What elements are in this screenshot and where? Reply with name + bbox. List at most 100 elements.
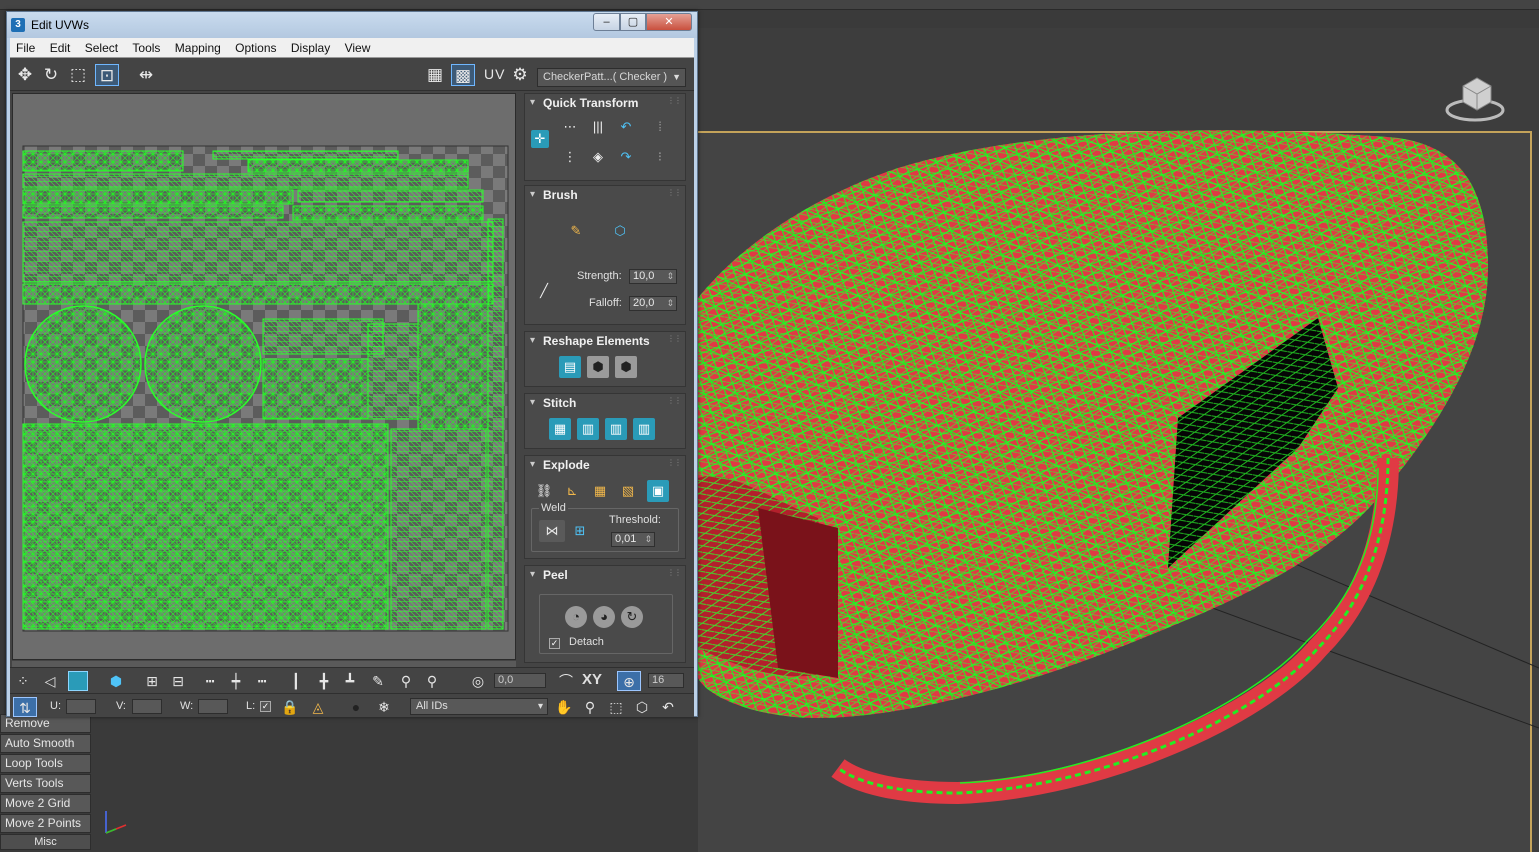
auto-smooth-button[interactable]: Auto Smooth xyxy=(0,734,91,753)
menu-tools[interactable]: Tools xyxy=(126,38,165,55)
element-mode-icon[interactable]: ⬢ xyxy=(106,671,126,691)
rotate-ccw-icon[interactable]: ↶ xyxy=(615,116,637,138)
loop-grow-icon[interactable]: ┿ xyxy=(226,671,246,691)
loop-tools-button[interactable]: Loop Tools xyxy=(0,754,91,773)
move-2-points-button[interactable]: Move 2 Points xyxy=(0,814,91,833)
align-center-icon[interactable]: ✛ xyxy=(531,130,549,148)
loop-icon[interactable]: ┅ xyxy=(200,671,220,691)
zoom-extents-icon[interactable]: ⬡ xyxy=(632,697,652,717)
explode-header[interactable]: Explode xyxy=(525,456,685,474)
minimize-button[interactable]: – xyxy=(593,13,620,31)
w-field[interactable] xyxy=(198,699,228,714)
align-grid-icon[interactable]: ⁞ xyxy=(649,116,671,138)
align-vertical-icon[interactable]: ⋮ xyxy=(559,146,581,168)
freeform-icon[interactable]: ⊡ xyxy=(95,64,119,86)
reset-peel-icon[interactable]: ↻ xyxy=(621,606,643,628)
quick-transform-header[interactable]: Quick Transform xyxy=(525,94,685,112)
zoom-icon[interactable]: ⚲ xyxy=(580,697,600,717)
relax-brush-icon[interactable]: ⬡ xyxy=(609,220,631,242)
ring-shrink-icon[interactable]: ┻ xyxy=(340,671,360,691)
stitch-target-icon[interactable]: ▥ xyxy=(633,418,655,440)
show-map-icon[interactable]: ▩ xyxy=(451,64,475,86)
brush-header[interactable]: Brush xyxy=(525,186,685,204)
lock-icon[interactable]: 🔒 xyxy=(280,697,300,717)
menu-view[interactable]: View xyxy=(339,38,376,55)
menu-display[interactable]: Display xyxy=(285,38,335,55)
polygon-mode-icon[interactable] xyxy=(68,671,88,691)
absolute-offset-icon[interactable]: ⇅ xyxy=(13,697,37,717)
space-vertical-icon[interactable]: ||| xyxy=(587,116,609,138)
stitch-average-icon[interactable]: ▥ xyxy=(605,418,627,440)
freeze-icon[interactable]: ❄ xyxy=(374,697,394,717)
menu-select[interactable]: Select xyxy=(79,38,123,55)
stitch-source-icon[interactable]: ▥ xyxy=(577,418,599,440)
reshape-elements-header[interactable]: Reshape Elements xyxy=(525,332,685,350)
maximize-button[interactable]: ▢ xyxy=(620,13,646,31)
ring-grow-icon[interactable]: ╋ xyxy=(314,671,334,691)
vertex-mode-icon[interactable]: ⁘ xyxy=(13,671,33,691)
zoom-region-icon[interactable]: ⬚ xyxy=(606,697,626,717)
texture-dropdown[interactable]: CheckerPatt...( Checker ) ▼ xyxy=(537,68,686,87)
paint-select-icon[interactable]: ✎ xyxy=(368,671,388,691)
menu-edit[interactable]: Edit xyxy=(44,38,76,55)
3d-viewport[interactable] xyxy=(698,28,1539,852)
weld-all-icon[interactable]: ⊞ xyxy=(567,520,593,542)
straighten-icon[interactable]: ▤ xyxy=(559,356,581,378)
texture-settings-icon[interactable]: ⚙ xyxy=(508,64,532,86)
break-icon[interactable]: ⛓ xyxy=(533,480,555,502)
misc-section[interactable]: Misc xyxy=(0,834,91,850)
threshold-spinner[interactable]: 0,01 xyxy=(611,532,655,547)
hide-icon[interactable]: ◬ xyxy=(308,697,328,717)
move-2-grid-button[interactable]: Move 2 Grid xyxy=(0,794,91,813)
enlarge-brush-icon[interactable]: ⚲ xyxy=(396,671,416,691)
weld-selected-icon[interactable]: ⋈ xyxy=(539,520,565,542)
menu-options[interactable]: Options xyxy=(229,38,281,55)
grow-selection-icon[interactable]: ⊞ xyxy=(142,671,162,691)
align-horizontal-icon[interactable]: ⋯ xyxy=(559,116,581,138)
rotate-icon[interactable]: ↻ xyxy=(39,64,63,86)
lock-l-checkbox[interactable]: ✓ xyxy=(260,701,271,712)
verts-tools-button[interactable]: Verts Tools xyxy=(0,774,91,793)
paint-move-icon[interactable]: ✎ xyxy=(565,220,587,242)
pan-icon[interactable]: ✋ xyxy=(554,697,574,717)
peel-header[interactable]: Peel xyxy=(525,566,685,584)
close-button[interactable]: ✕ xyxy=(646,13,692,31)
checker-grid-icon[interactable]: ▦ xyxy=(423,64,447,86)
space-horizontal-icon[interactable]: ◈ xyxy=(587,146,609,168)
loop-shrink-icon[interactable]: ┅ xyxy=(252,671,272,691)
relax-settings-icon[interactable]: ⬢ xyxy=(615,356,637,378)
falloff-spinner[interactable]: 20,0 xyxy=(629,296,677,311)
peel-mode-icon[interactable]: ◕ xyxy=(593,606,615,628)
relax-icon[interactable]: ⬢ xyxy=(587,356,609,378)
flatten-by-smoothing-icon[interactable]: ▦ xyxy=(589,480,611,502)
shrink-selection-icon[interactable]: ⊟ xyxy=(168,671,188,691)
viewcube-icon[interactable] xyxy=(1445,66,1505,126)
menu-file[interactable]: File xyxy=(10,38,40,55)
stitch-custom-icon[interactable]: ▦ xyxy=(549,418,571,440)
rollout-panel[interactable]: Quick Transform ⋮⋮ ✛ ⋯ ||| ↶ ⁞ ⋮ ◈ ↷ ⁝ B… xyxy=(522,93,692,663)
menu-mapping[interactable]: Mapping xyxy=(169,38,226,55)
distribute-icon[interactable]: ⁝ xyxy=(649,146,671,168)
edge-distance-icon[interactable]: ⊕ xyxy=(617,671,641,691)
flatten-icon[interactable]: ⊾ xyxy=(561,480,583,502)
angle-spinner[interactable]: 0,0 xyxy=(494,673,546,688)
edge-mode-icon[interactable]: ◁ xyxy=(40,671,60,691)
detach-checkbox[interactable]: ✓ xyxy=(549,638,560,649)
scale-icon[interactable]: ⬚ xyxy=(66,64,90,86)
shrink-brush-icon[interactable]: ⚲ xyxy=(422,671,442,691)
snap-icon[interactable]: ↶ xyxy=(658,697,678,717)
uv-editor-canvas[interactable] xyxy=(12,93,516,660)
ring-icon[interactable]: ┃ xyxy=(286,671,306,691)
stitch-header[interactable]: Stitch xyxy=(525,394,685,412)
falloff-curve-icon[interactable]: ╱ xyxy=(533,280,555,302)
v-field[interactable] xyxy=(132,699,162,714)
soft-selection-icon[interactable]: ◎ xyxy=(468,671,488,691)
move-icon[interactable]: ✥ xyxy=(13,64,37,86)
flatten-by-material-icon[interactable]: ▧ xyxy=(617,480,639,502)
falloff-type-icon[interactable]: ⌒ xyxy=(556,671,576,691)
rotate-cw-icon[interactable]: ↷ xyxy=(615,146,637,168)
strength-spinner[interactable]: 10,0 xyxy=(629,269,677,284)
mirror-icon[interactable]: ⇹ xyxy=(134,64,158,86)
window-titlebar[interactable]: 3 Edit UVWs – ▢ ✕ xyxy=(7,12,697,38)
material-ids-dropdown[interactable]: All IDs xyxy=(410,698,548,715)
